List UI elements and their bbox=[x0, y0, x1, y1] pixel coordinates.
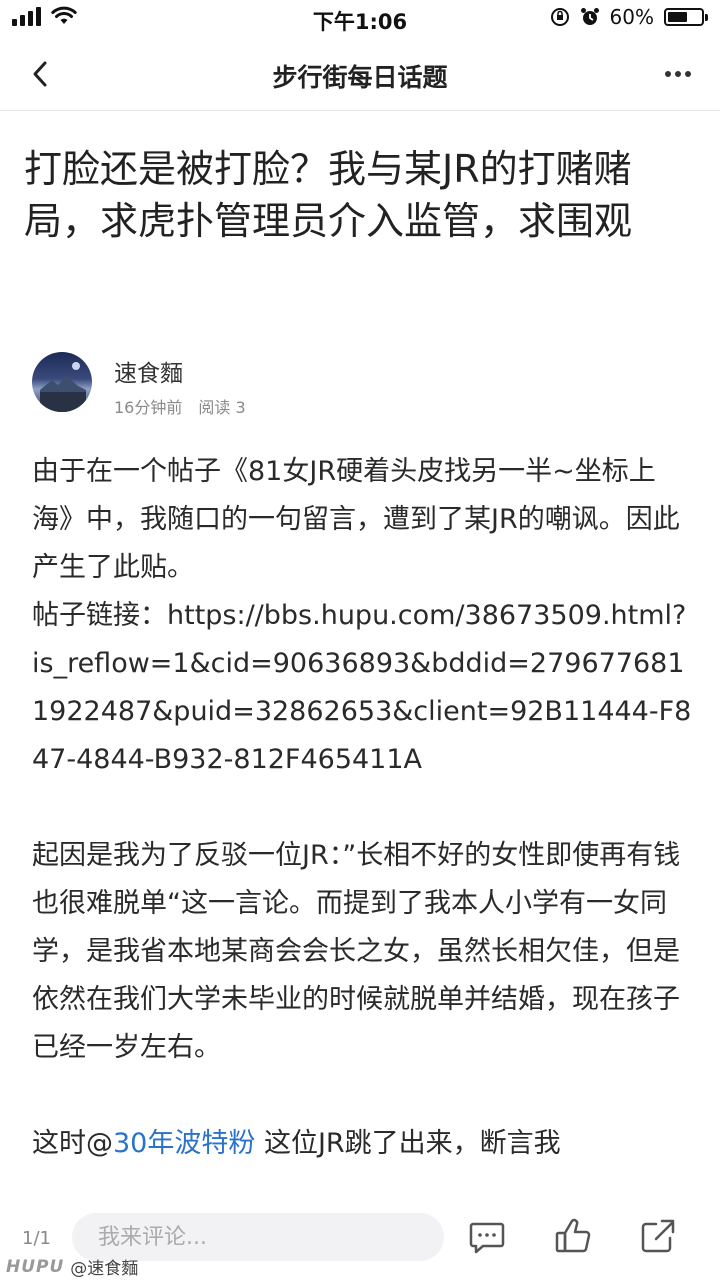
watermark-user: @速食麵 bbox=[70, 1259, 139, 1279]
text-fragment: 这时@ bbox=[32, 1128, 113, 1159]
share-icon bbox=[641, 1219, 675, 1253]
battery-percent: 60% bbox=[609, 5, 654, 29]
paragraph: 起因是我为了反驳一位JR：”长相不好的女性即使再有钱也很难脱单“这一言论。而提到… bbox=[32, 840, 681, 1063]
more-dot bbox=[685, 71, 691, 77]
text-fragment: 这位JR跳了出来，断言我 bbox=[255, 1128, 561, 1159]
author-meta: 16分钟前 阅读 3 bbox=[114, 394, 246, 418]
comment-button[interactable] bbox=[467, 1216, 507, 1256]
post-body: 由于在一个帖子《81女JR硬着头皮找另一半~坐标上海》中，我随口的一句留言，遭到… bbox=[32, 448, 692, 1168]
thumbs-up-icon bbox=[555, 1218, 591, 1253]
paragraph: 这时@30年波特粉 这位JR跳了出来，断言我 bbox=[32, 1120, 692, 1168]
nav-title: 步行街每日话题 bbox=[272, 63, 448, 92]
more-dot bbox=[665, 71, 671, 77]
author-info: 速食麵 16分钟前 阅读 3 bbox=[32, 352, 632, 418]
author-name[interactable]: 速食麵 bbox=[114, 354, 183, 388]
link-label: 帖子链接： bbox=[32, 600, 167, 631]
like-button[interactable] bbox=[553, 1216, 593, 1256]
read-count: 阅读 3 bbox=[198, 398, 246, 417]
user-mention-link[interactable]: 30年波特粉 bbox=[113, 1128, 255, 1159]
paragraph: 由于在一个帖子《81女JR硬着头皮找另一半~坐标上海》中，我随口的一句留言，遭到… bbox=[32, 456, 680, 583]
watermark-logo: HUPU bbox=[6, 1256, 65, 1277]
post-time: 16分钟前 bbox=[114, 398, 183, 417]
rotation-lock-icon bbox=[550, 8, 569, 26]
battery-icon bbox=[664, 8, 708, 26]
share-button[interactable] bbox=[638, 1216, 678, 1256]
avatar[interactable] bbox=[32, 352, 92, 412]
comment-bubble-icon bbox=[469, 1222, 505, 1254]
watermark: HUPU @速食麵 bbox=[6, 1254, 139, 1280]
link-paragraph: 帖子链接：https://bbs.hupu.com/38673509.html?… bbox=[32, 592, 692, 784]
page-count: 1/1 bbox=[22, 1228, 51, 1249]
avatar-image bbox=[40, 362, 86, 412]
post-title: 打脸还是被打脸？我与某JR的打赌赌局，求虎扑管理员介入监管，求围观 bbox=[24, 147, 633, 243]
more-dot bbox=[675, 71, 681, 77]
status-bar: 下午1:06 60% bbox=[0, 0, 720, 36]
more-button[interactable] bbox=[660, 60, 696, 88]
nav-bar: 步行街每日话题 bbox=[0, 38, 720, 111]
alarm-icon bbox=[580, 8, 599, 25]
status-right: 60% bbox=[550, 5, 708, 29]
